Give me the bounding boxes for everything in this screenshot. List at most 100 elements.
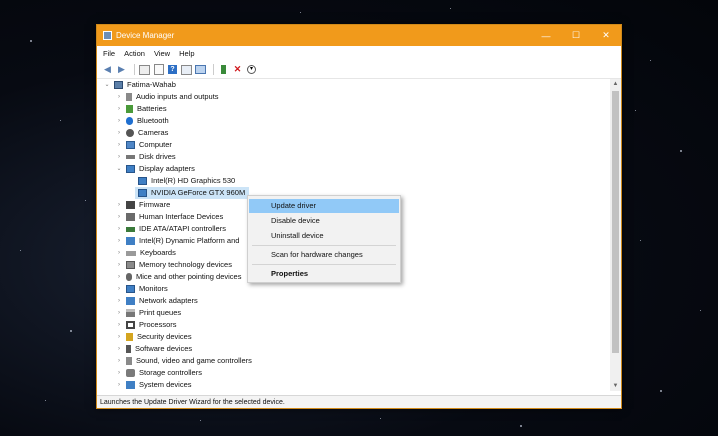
tree-item-ide[interactable]: › IDE ATA/ATAPI controllers [115, 223, 226, 235]
tree-root-label: Fatima-Wahab [127, 80, 176, 89]
chevron-right-icon[interactable]: › [115, 199, 123, 211]
tree-item-hid[interactable]: › Human Interface Devices [115, 211, 223, 223]
tree-item-display-adapters[interactable]: ⌄ Display adapters [115, 163, 195, 175]
monitor-scan-icon[interactable] [195, 64, 206, 75]
tree-item-system[interactable]: › System devices [115, 379, 192, 391]
chevron-right-icon[interactable]: › [115, 331, 123, 343]
uninstall-x-icon[interactable]: ✕ [232, 64, 243, 75]
tree-item-firmware[interactable]: › Firmware [115, 199, 170, 211]
device-manager-icon [103, 31, 112, 40]
tree-item-mice[interactable]: › Mice and other pointing devices [115, 271, 241, 283]
tree-item-disk-drives[interactable]: › Disk drives [115, 151, 176, 163]
scroll-down-icon[interactable]: ▼ [610, 381, 621, 391]
update-driver-menu-item[interactable]: Update driver [249, 199, 399, 213]
status-bar: Launches the Update Driver Wizard for th… [97, 395, 621, 408]
menu-separator [252, 264, 396, 265]
tree-item-keyboards[interactable]: › Keyboards [115, 247, 176, 259]
properties-menu-item[interactable]: Properties [249, 267, 399, 281]
forward-arrow-icon[interactable]: ▶ [116, 64, 127, 75]
uninstall-device-menu-item[interactable]: Uninstall device [249, 229, 399, 243]
tree-item-label: Monitors [139, 284, 168, 293]
tree-item-label: Cameras [138, 128, 169, 137]
chevron-right-icon[interactable]: › [115, 355, 123, 367]
tree-item-processors[interactable]: › Processors [115, 319, 177, 331]
chevron-right-icon[interactable]: › [115, 259, 123, 271]
tree-item-label: Bluetooth [137, 116, 169, 125]
tree-item-label: Mice and other pointing devices [136, 272, 242, 281]
chevron-right-icon[interactable]: › [115, 319, 123, 331]
tree-item-security[interactable]: › Security devices [115, 331, 192, 343]
tree-item-batteries[interactable]: › Batteries [115, 103, 167, 115]
tree-item-label: Human Interface Devices [139, 212, 224, 221]
tree-item-intel-hd-graphics[interactable]: Intel(R) HD Graphics 530 [135, 175, 235, 187]
tree-root[interactable]: ⌄ Fatima-Wahab [103, 79, 176, 91]
tree-item-sound[interactable]: › Sound, video and game controllers [115, 355, 252, 367]
tree-item-software[interactable]: › Software devices [115, 343, 192, 355]
scan-download-icon[interactable]: ▾ [246, 64, 257, 75]
disk-icon [126, 155, 135, 159]
sound-icon [126, 357, 132, 365]
system-icon [126, 381, 135, 389]
tree-item-monitors[interactable]: › Monitors [115, 283, 168, 295]
mouse-icon [126, 273, 132, 281]
menu-action[interactable]: Action [124, 49, 145, 58]
properties-icon[interactable] [153, 64, 164, 75]
chevron-right-icon[interactable]: › [115, 139, 123, 151]
chevron-right-icon[interactable]: › [115, 211, 123, 223]
network-icon [126, 297, 135, 305]
processor-icon [126, 321, 135, 329]
maximize-button[interactable]: ☐ [561, 25, 591, 46]
tree-item-memory[interactable]: › Memory technology devices [115, 259, 232, 271]
chevron-right-icon[interactable]: › [115, 379, 123, 391]
chevron-right-icon[interactable]: › [115, 235, 123, 247]
update-driver-icon[interactable] [218, 64, 229, 75]
chevron-right-icon[interactable]: › [115, 307, 123, 319]
tree-item-nvidia-gtx[interactable]: NVIDIA GeForce GTX 960M [135, 187, 250, 199]
chevron-right-icon[interactable]: › [115, 247, 123, 259]
menu-file[interactable]: File [103, 49, 115, 58]
monitor-icon [126, 285, 135, 293]
menu-view[interactable]: View [154, 49, 170, 58]
chevron-down-icon[interactable]: ⌄ [115, 163, 123, 175]
chevron-right-icon[interactable]: › [115, 91, 123, 103]
tree-item-storage[interactable]: › Storage controllers [115, 367, 202, 379]
tree-item-network[interactable]: › Network adapters [115, 295, 198, 307]
platform-icon [126, 237, 135, 245]
chevron-down-icon[interactable]: ⌄ [103, 79, 111, 91]
printer-icon [126, 309, 135, 317]
scan-hardware-menu-item[interactable]: Scan for hardware changes [249, 248, 399, 262]
minimize-button[interactable]: — [531, 25, 561, 46]
close-button[interactable]: ✕ [591, 25, 621, 46]
show-hide-tree-icon[interactable] [139, 64, 150, 75]
chevron-right-icon[interactable]: › [115, 367, 123, 379]
chevron-right-icon[interactable]: › [115, 295, 123, 307]
chevron-right-icon[interactable]: › [115, 343, 123, 355]
help-icon[interactable]: ? [167, 64, 178, 75]
chevron-right-icon[interactable]: › [115, 271, 123, 283]
tree-item-intel-platform[interactable]: › Intel(R) Dynamic Platform and [115, 235, 239, 247]
display-icon [138, 177, 147, 185]
scrollbar-thumb[interactable] [612, 91, 619, 353]
chevron-right-icon[interactable]: › [115, 103, 123, 115]
back-arrow-icon[interactable]: ◀ [102, 64, 113, 75]
menu-help[interactable]: Help [179, 49, 194, 58]
tree-item-label: Storage controllers [139, 368, 202, 377]
tree-item-print-queues[interactable]: › Print queues [115, 307, 181, 319]
computer-icon [114, 81, 123, 89]
chevron-right-icon[interactable]: › [115, 127, 123, 139]
tree-item-cameras[interactable]: › Cameras [115, 127, 168, 139]
tree-item-label: NVIDIA GeForce GTX 960M [151, 188, 246, 197]
view-list-icon[interactable] [181, 64, 192, 75]
tree-item-audio[interactable]: › Audio inputs and outputs [115, 91, 219, 103]
title-bar[interactable]: Device Manager — ☐ ✕ [97, 25, 621, 46]
battery-icon [126, 105, 133, 113]
chevron-right-icon[interactable]: › [115, 151, 123, 163]
chevron-right-icon[interactable]: › [115, 115, 123, 127]
tree-item-bluetooth[interactable]: › Bluetooth [115, 115, 169, 127]
chevron-right-icon[interactable]: › [115, 223, 123, 235]
tree-item-computer[interactable]: › Computer [115, 139, 172, 151]
scroll-up-icon[interactable]: ▲ [610, 79, 621, 89]
chevron-right-icon[interactable]: › [115, 283, 123, 295]
disable-device-menu-item[interactable]: Disable device [249, 214, 399, 228]
vertical-scrollbar[interactable]: ▲ ▼ [610, 79, 621, 391]
